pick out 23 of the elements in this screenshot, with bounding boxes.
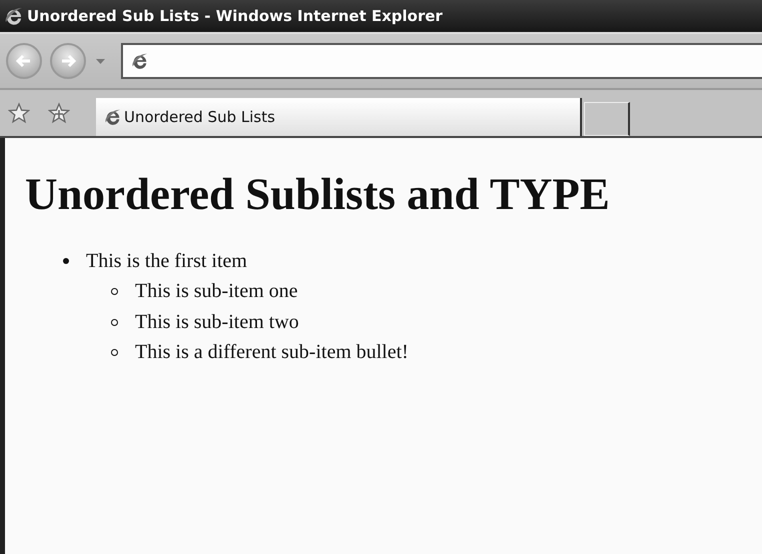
star-icon[interactable] bbox=[8, 102, 30, 124]
bullet-icon bbox=[111, 318, 118, 326]
caret-icon[interactable] bbox=[96, 58, 105, 64]
browser-logo-icon bbox=[4, 6, 24, 26]
new-tab-button[interactable] bbox=[584, 102, 630, 136]
right-arrow-icon bbox=[59, 52, 77, 70]
list-item: This is sub-item one bbox=[135, 280, 298, 304]
list-item: This is sub-item two bbox=[135, 310, 299, 334]
page-heading: Unordered Sublists and TYPE bbox=[25, 168, 611, 220]
page-icon bbox=[131, 52, 149, 70]
star-plus-icon[interactable] bbox=[48, 102, 70, 124]
window-title: Unordered Sub Lists - Windows Internet Explorer bbox=[27, 7, 443, 25]
address-field[interactable] bbox=[121, 43, 762, 79]
list-item: This is a different sub-item bullet! bbox=[135, 341, 408, 364]
browser-tab[interactable]: Unordered Sub Lists bbox=[96, 98, 582, 136]
list-item: This is the first item bbox=[86, 250, 248, 273]
bullet-icon bbox=[111, 349, 118, 356]
page-icon bbox=[104, 108, 122, 126]
left-arrow-icon bbox=[15, 52, 33, 70]
bullet-icon bbox=[63, 258, 69, 264]
bullet-icon bbox=[111, 288, 118, 296]
back-button[interactable] bbox=[6, 43, 42, 79]
forward-button[interactable] bbox=[50, 43, 86, 79]
